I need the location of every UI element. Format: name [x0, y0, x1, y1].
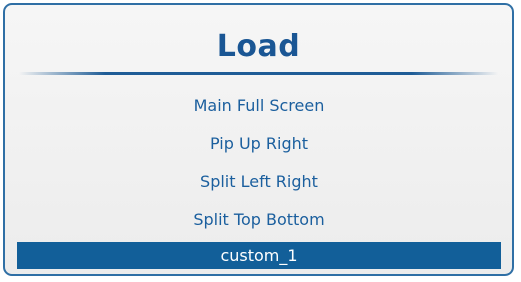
layout-list: Main Full Screen Pip Up Right Split Left… — [17, 87, 501, 269]
load-dialog: Load Main Full Screen Pip Up Right Split… — [3, 3, 514, 276]
list-item-main-full-screen[interactable]: Main Full Screen — [17, 87, 501, 125]
list-item-custom-1[interactable]: custom_1 — [17, 242, 501, 269]
dialog-title: Load — [216, 29, 301, 64]
list-item-pip-up-right[interactable]: Pip Up Right — [17, 125, 501, 163]
list-item-split-top-bottom[interactable]: Split Top Bottom — [17, 201, 501, 239]
list-item-split-left-right[interactable]: Split Left Right — [17, 163, 501, 201]
title-divider — [19, 72, 498, 75]
